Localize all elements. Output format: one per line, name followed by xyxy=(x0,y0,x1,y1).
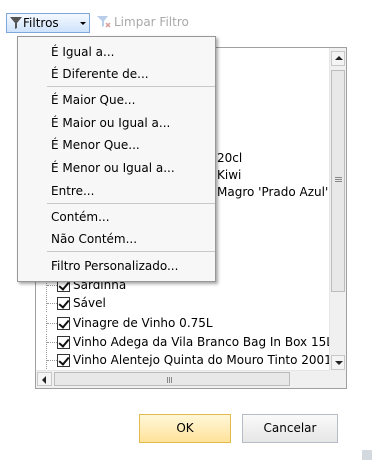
menu-item-equals[interactable]: É Igual a... xyxy=(51,45,114,59)
arrow-down-icon xyxy=(335,361,343,365)
list-item-partial: Magro 'Prado Azul' xyxy=(217,185,329,199)
menu-item-between[interactable]: Entre... xyxy=(51,184,94,198)
grip-icon xyxy=(167,377,168,383)
vertical-scrollbar[interactable] xyxy=(329,48,346,372)
clear-filter-icon xyxy=(97,16,111,28)
arrow-up-icon xyxy=(335,56,343,60)
filters-label: Filtros xyxy=(23,16,59,30)
scroll-up-button[interactable] xyxy=(331,51,345,66)
arrow-left-icon xyxy=(42,376,46,384)
menu-item-greater-than[interactable]: É Maior Que... xyxy=(51,93,135,107)
filters-dropdown-button[interactable]: Filtros xyxy=(6,13,90,33)
item-checkbox[interactable] xyxy=(57,317,70,330)
clear-filter-button[interactable]: Limpar Filtro xyxy=(94,13,204,33)
horizontal-scroll-thumb[interactable] xyxy=(54,372,290,386)
horizontal-scrollbar[interactable] xyxy=(36,370,345,388)
list-item-label: Vinho Alentejo Quinta do Mouro Tinto 200… xyxy=(73,353,332,367)
item-checkbox[interactable] xyxy=(57,354,70,367)
vertical-scroll-thumb[interactable] xyxy=(331,70,345,292)
filter-toolbar: Filtros Limpar Filtro xyxy=(6,13,216,33)
dialog-footer: OK Cancelar xyxy=(0,398,362,460)
ok-button[interactable]: OK xyxy=(139,414,231,443)
scroll-left-button[interactable] xyxy=(37,372,52,386)
list-item-partial: 20cl xyxy=(217,151,243,165)
menu-item-not-equals[interactable]: É Diferente de... xyxy=(51,67,149,81)
item-checkbox[interactable] xyxy=(57,297,70,310)
scrollbar-corner xyxy=(330,371,346,388)
item-checkbox[interactable] xyxy=(57,336,70,349)
scroll-down-button[interactable] xyxy=(331,355,345,370)
menu-item-custom-filter[interactable]: Filtro Personalizado... xyxy=(51,259,178,273)
menu-separator xyxy=(47,251,215,252)
cancel-button[interactable]: Cancelar xyxy=(242,414,338,443)
list-item-label: Vinho Adega da Vila Branco Bag In Box 15… xyxy=(73,335,333,349)
menu-item-less-than[interactable]: É Menor Que... xyxy=(51,138,140,152)
menu-item-greater-or-equal[interactable]: É Maior ou Igual a... xyxy=(51,116,170,130)
list-item-partial: Kiwi xyxy=(217,168,242,182)
menu-item-less-or-equal[interactable]: É Menor ou Igual a... xyxy=(51,161,175,175)
menu-item-contains[interactable]: Contém... xyxy=(51,210,110,224)
filters-dropdown-menu: É Igual a... É Diferente de... É Maior Q… xyxy=(17,36,216,282)
list-item-label: Vinagre de Vinho 0.75L xyxy=(73,316,213,330)
chevron-down-icon xyxy=(80,22,86,25)
filter-dialog: Filtros Limpar Filtro 20cl Kiwi Magro 'P… xyxy=(0,0,362,460)
list-item-label: Sável xyxy=(73,296,106,310)
filter-funnel-icon xyxy=(10,17,22,29)
resize-grip-icon[interactable] xyxy=(362,450,372,460)
clear-filter-label: Limpar Filtro xyxy=(114,15,189,29)
menu-item-not-contains[interactable]: Não Contém... xyxy=(51,232,137,246)
menu-separator xyxy=(47,86,215,87)
grip-icon xyxy=(335,177,342,178)
menu-separator xyxy=(47,203,215,204)
